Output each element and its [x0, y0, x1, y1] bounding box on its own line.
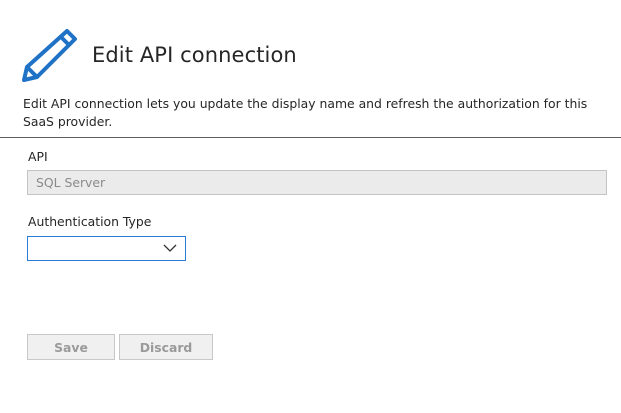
authentication-type-label: Authentication Type: [28, 214, 152, 229]
api-label: API: [28, 149, 48, 164]
save-button[interactable]: Save: [27, 334, 115, 360]
pencil-icon: [22, 29, 77, 82]
blade-header: Edit API connection Edit API connection …: [0, 0, 621, 138]
page-title: Edit API connection: [92, 43, 297, 67]
discard-button[interactable]: Discard: [119, 334, 213, 360]
authentication-type-dropdown[interactable]: [27, 236, 186, 261]
page-description: Edit API connection lets you update the …: [23, 96, 588, 129]
chevron-down-icon: [163, 244, 177, 252]
api-field: SQL Server: [27, 170, 607, 195]
